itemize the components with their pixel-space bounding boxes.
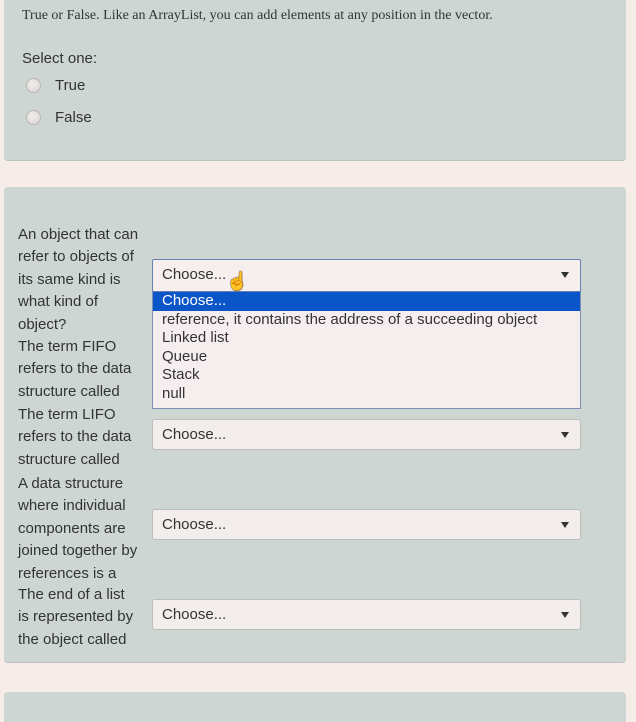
- prompt-line: refers to the data: [18, 428, 132, 446]
- prompt-line: structure called: [18, 450, 120, 468]
- prompt-line: refers to the data: [18, 360, 132, 378]
- question-card-next: [4, 692, 626, 722]
- prompt-line: is represented by: [18, 608, 134, 626]
- prompt-line: joined together by: [18, 542, 138, 560]
- radio-label: True: [55, 77, 86, 94]
- prompt-line: The term FIFO: [18, 338, 117, 355]
- dropdown-option[interactable]: Choose...: [153, 292, 580, 311]
- chevron-down-icon: [561, 432, 569, 438]
- prompt-line: An object that can: [18, 226, 139, 243]
- prompt-line: the object called: [18, 630, 127, 648]
- select-one-label: Select one:: [22, 50, 98, 67]
- prompt-line: where individual: [18, 497, 126, 515]
- prompt-line: object?: [18, 315, 67, 333]
- dropdown-option[interactable]: Linked list: [153, 329, 580, 348]
- chevron-down-icon: [561, 272, 569, 278]
- select-value: Choose...: [162, 266, 227, 283]
- match-select-3[interactable]: Choose...: [152, 419, 581, 450]
- prompt-line: what kind of: [18, 293, 99, 311]
- match-prompt-3: The term LIFO refers to the data structu…: [18, 404, 146, 471]
- match-select-1[interactable]: Choose...: [152, 259, 581, 292]
- question-card-true-false: True or False. Like an ArrayList, you ca…: [4, 0, 626, 160]
- radio-option-false[interactable]: False: [26, 109, 92, 126]
- match-select-5[interactable]: Choose...: [152, 599, 581, 630]
- prompt-line: The end of a list: [18, 586, 125, 603]
- chevron-down-icon: [561, 612, 569, 618]
- match-prompt-5: The end of a list is represented by the …: [18, 584, 146, 651]
- match-prompt-4: A data structure where individual compon…: [18, 473, 146, 585]
- prompt-line: A data structure: [18, 475, 124, 492]
- prompt-line: refer to objects of: [18, 248, 134, 266]
- prompt-line: references is a: [18, 564, 117, 582]
- dropdown-option[interactable]: Stack: [153, 366, 580, 385]
- radio-button-icon[interactable]: [26, 110, 41, 125]
- question-text: True or False. Like an ArrayList, you ca…: [22, 8, 493, 23]
- hand-pointer-cursor-icon: ☝: [226, 271, 249, 291]
- match-prompt-1: An object that can refer to objects of i…: [18, 224, 146, 336]
- select-value: Choose...: [162, 516, 227, 533]
- radio-option-true[interactable]: True: [26, 77, 85, 94]
- select-value: Choose...: [162, 426, 227, 443]
- prompt-line: The term LIFO: [18, 406, 116, 423]
- match-prompt-2: The term FIFO refers to the data structu…: [18, 336, 146, 403]
- prompt-line: components are: [18, 519, 126, 537]
- radio-button-icon[interactable]: [26, 78, 41, 93]
- match-select-4[interactable]: Choose...: [152, 509, 581, 540]
- radio-label: False: [55, 109, 92, 126]
- chevron-down-icon: [561, 522, 569, 528]
- dropdown-option[interactable]: Queue: [153, 348, 580, 367]
- dropdown-option[interactable]: null: [153, 385, 580, 404]
- select-value: Choose...: [162, 606, 227, 623]
- prompt-line: structure called: [18, 382, 120, 400]
- select-dropdown-list: Choose... reference, it contains the add…: [152, 292, 581, 409]
- dropdown-option[interactable]: reference, it contains the address of a …: [153, 311, 580, 330]
- prompt-line: its same kind is: [18, 270, 121, 288]
